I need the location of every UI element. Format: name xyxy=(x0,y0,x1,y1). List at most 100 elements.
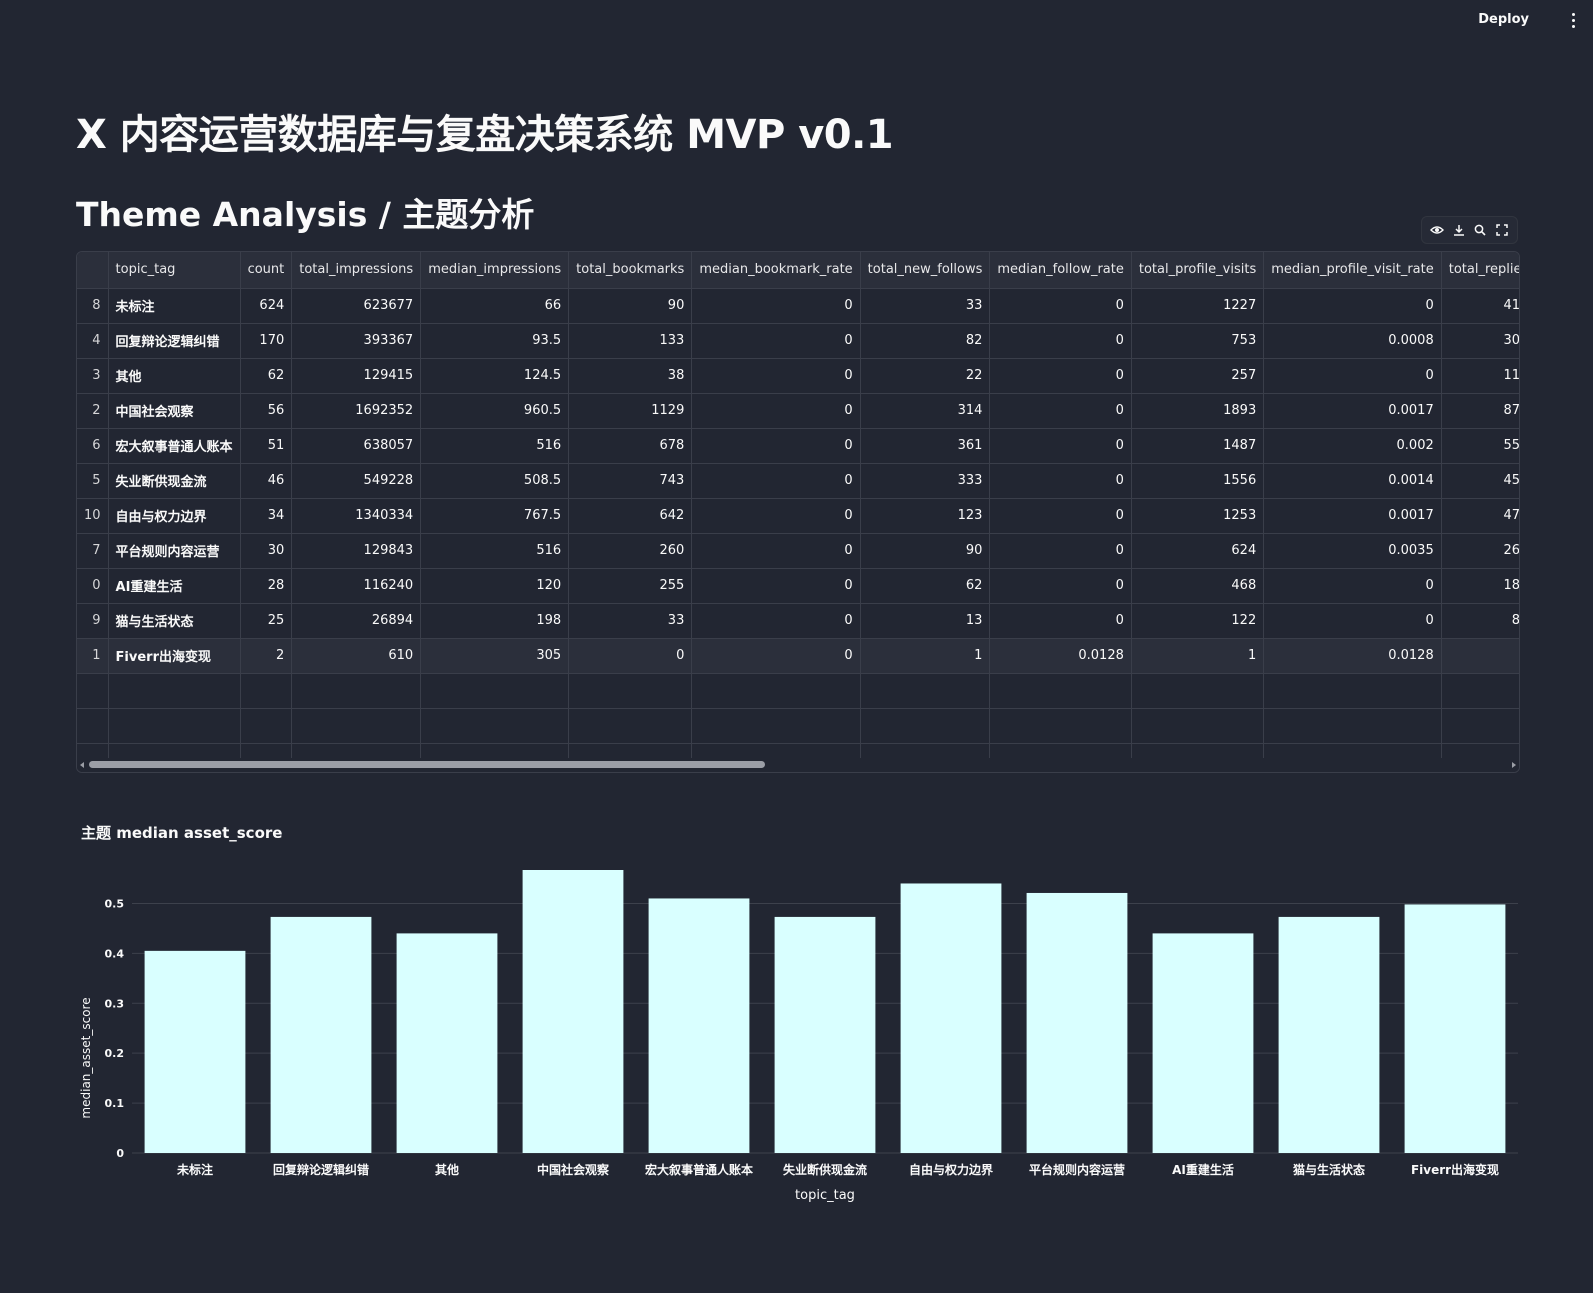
table-cell[interactable]: 302 xyxy=(1441,323,1519,359)
table-cell[interactable]: 0 xyxy=(691,568,861,604)
column-header[interactable]: total_impressions xyxy=(291,252,422,289)
table-cell[interactable]: 38 xyxy=(568,358,693,394)
table-cell[interactable]: 0.002 xyxy=(1263,428,1442,464)
table-cell[interactable]: 610 xyxy=(291,638,422,674)
column-header[interactable]: total_replies xyxy=(1441,252,1519,289)
table-row[interactable]: 0AI重建生活2811624012025506204680181 xyxy=(77,568,1519,604)
table-cell[interactable]: 305 xyxy=(420,638,570,674)
table-cell[interactable]: 26894 xyxy=(291,603,422,639)
table-cell[interactable]: 0 xyxy=(989,603,1132,639)
table-cell[interactable]: 90 xyxy=(860,533,991,569)
table-cell[interactable]: 93.5 xyxy=(420,323,570,359)
table-cell[interactable]: 1 xyxy=(1131,638,1265,674)
table-row[interactable]: 2 中国社会观察 56 1692352 960.5 1129 0 314 0 1893 0.0017… xyxy=(77,393,1519,429)
table-cell[interactable]: 90 xyxy=(568,288,693,324)
table-cell[interactable]: 0.0017 xyxy=(1263,498,1442,534)
table-row[interactable]: 7平台规则内容运营3012984351626009006240.0035266 xyxy=(77,533,1519,569)
column-header[interactable]: topic_tag xyxy=(108,252,241,289)
table-cell[interactable]: 22 xyxy=(860,358,991,394)
table-cell[interactable]: AI重建生活 xyxy=(108,568,241,604)
table-cell[interactable]: 33 xyxy=(568,603,693,639)
table-cell[interactable]: 宏大叙事普通人账本 xyxy=(108,428,241,464)
table-row[interactable]: 9猫与生活状态2526894198330130122083 xyxy=(77,603,1519,639)
table-cell[interactable]: 257 xyxy=(1131,358,1265,394)
table-cell[interactable]: 0.0014 xyxy=(1263,463,1442,499)
table-cell[interactable]: 0 xyxy=(691,638,861,674)
table-cell[interactable]: 1227 xyxy=(1131,288,1265,324)
table-cell[interactable]: 未标注 xyxy=(108,288,241,324)
table-cell[interactable]: 1 xyxy=(77,638,109,674)
table-cell[interactable]: 8 xyxy=(77,288,109,324)
kebab-menu-icon[interactable] xyxy=(1563,8,1583,32)
scrollbar-thumb[interactable] xyxy=(89,761,765,768)
table-cell[interactable]: 260 xyxy=(568,533,693,569)
table-cell[interactable]: 0 xyxy=(691,358,861,394)
table-cell[interactable]: 6 xyxy=(77,428,109,464)
table-cell[interactable]: 46 xyxy=(240,463,293,499)
table-cell[interactable]: 66 xyxy=(420,288,570,324)
table-cell[interactable]: 2 xyxy=(240,638,293,674)
table-cell[interactable]: 874 xyxy=(1441,393,1519,429)
table-cell[interactable]: 743 xyxy=(568,463,693,499)
table-cell[interactable]: 33 xyxy=(860,288,991,324)
table-cell[interactable]: 7 xyxy=(77,533,109,569)
table-cell[interactable]: 129843 xyxy=(291,533,422,569)
table-cell[interactable]: 0 xyxy=(1263,603,1442,639)
table-cell[interactable]: 平台规则内容运营 xyxy=(108,533,241,569)
table-cell[interactable]: 回复辩论逻辑纠错 xyxy=(108,323,241,359)
table-cell[interactable]: 638057 xyxy=(291,428,422,464)
table-cell[interactable]: 419 xyxy=(1441,288,1519,324)
table-cell[interactable]: 558 xyxy=(1441,428,1519,464)
table-cell[interactable]: 361 xyxy=(860,428,991,464)
table-cell[interactable]: 1340334 xyxy=(291,498,422,534)
table-cell[interactable]: 0 xyxy=(691,288,861,324)
table-cell[interactable]: 9 xyxy=(77,603,109,639)
deploy-button[interactable]: Deploy xyxy=(1472,11,1535,28)
table-cell[interactable]: 476 xyxy=(1441,498,1519,534)
table-cell[interactable]: 25 xyxy=(240,603,293,639)
table-cell[interactable]: 393367 xyxy=(291,323,422,359)
table-cell[interactable]: 255 xyxy=(568,568,693,604)
table-cell[interactable]: 5 xyxy=(1441,638,1519,674)
table-cell[interactable]: 4 xyxy=(77,323,109,359)
table-cell[interactable]: 0 xyxy=(1263,568,1442,604)
table-cell[interactable]: 0 xyxy=(691,428,861,464)
table-cell[interactable]: 120 xyxy=(420,568,570,604)
table-cell[interactable]: 0 xyxy=(989,498,1132,534)
table-cell[interactable]: 1893 xyxy=(1131,393,1265,429)
table-cell[interactable]: 0 xyxy=(989,288,1132,324)
table-cell[interactable]: 0 xyxy=(989,428,1132,464)
table-cell[interactable]: 1556 xyxy=(1131,463,1265,499)
table-row[interactable]: 4 回复辩论逻辑纠错 170 393367 93.5 133 0 82 0 753 0.0008 30… xyxy=(77,323,1519,359)
table-cell[interactable]: 56 xyxy=(240,393,293,429)
table-cell[interactable]: 0.0128 xyxy=(1263,638,1442,674)
table-cell[interactable]: 其他 xyxy=(108,358,241,394)
table-cell[interactable]: 181 xyxy=(1441,568,1519,604)
table-cell[interactable]: 失业断供现金流 xyxy=(108,463,241,499)
table-cell[interactable]: 753 xyxy=(1131,323,1265,359)
table-cell[interactable]: 中国社会观察 xyxy=(108,393,241,429)
table-cell[interactable]: 0 xyxy=(989,323,1132,359)
table-cell[interactable]: 0 xyxy=(989,568,1132,604)
table-cell[interactable]: 198 xyxy=(420,603,570,639)
table-cell[interactable]: 767.5 xyxy=(420,498,570,534)
table-cell[interactable]: 468 xyxy=(1131,568,1265,604)
table-cell[interactable]: 0 xyxy=(1263,358,1442,394)
table-cell[interactable]: 0 xyxy=(691,463,861,499)
data-grid[interactable]: topic_tag count total_impressions median_im… xyxy=(76,251,1520,773)
table-cell[interactable]: 266 xyxy=(1441,533,1519,569)
table-row[interactable]: 3其他62129415124.53802202570112 xyxy=(77,358,1519,394)
column-header[interactable]: count xyxy=(240,252,293,289)
table-cell[interactable]: 0 xyxy=(691,498,861,534)
table-cell[interactable]: 623677 xyxy=(291,288,422,324)
table-cell[interactable]: 116240 xyxy=(291,568,422,604)
column-header[interactable]: total_bookmarks xyxy=(568,252,693,289)
table-cell[interactable]: 自由与权力边界 xyxy=(108,498,241,534)
scroll-left-icon[interactable] xyxy=(80,762,84,768)
table-cell[interactable]: 0 xyxy=(691,393,861,429)
table-cell[interactable]: 猫与生活状态 xyxy=(108,603,241,639)
table-cell[interactable]: 456 xyxy=(1441,463,1519,499)
table-cell[interactable]: 0 xyxy=(989,393,1132,429)
search-icon[interactable] xyxy=(1471,221,1489,239)
table-row[interactable]: 1Fiverr出海变现26103050010.012810.01285 xyxy=(77,638,1519,674)
